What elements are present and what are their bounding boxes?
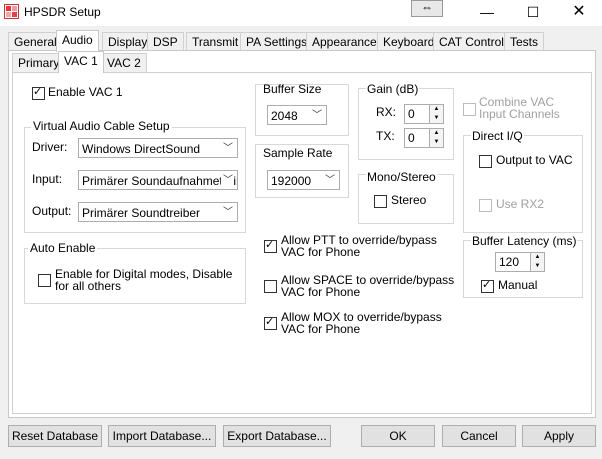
- use-rx2-label: Use RX2: [496, 197, 545, 211]
- auto-enable-checkbox[interactable]: [38, 274, 51, 287]
- combine-vac-checkbox[interactable]: [463, 103, 476, 116]
- manual-label: Manual: [498, 278, 538, 292]
- sample-rate-select[interactable]: 192000 ﹀: [267, 170, 340, 190]
- vac-setup-title: Virtual Audio Cable Setup: [31, 119, 172, 133]
- buffer-latency-input[interactable]: 120 ▲ ▼: [495, 252, 545, 272]
- allow-mox-label-2: VAC for Phone: [281, 322, 361, 336]
- export-database-button[interactable]: Export Database...: [223, 425, 331, 447]
- app-icon: [4, 4, 19, 19]
- spinner-arrows-icon[interactable]: ▲ ▼: [530, 253, 544, 271]
- input-label: Input:: [32, 172, 63, 186]
- allow-mox-checkbox[interactable]: [264, 315, 277, 330]
- close-button[interactable]: ✕: [556, 0, 602, 26]
- tab-vac1[interactable]: VAC 1: [58, 51, 104, 73]
- enable-vac1-label: Enable VAC 1: [48, 85, 123, 99]
- window-title: HPSDR Setup: [24, 5, 101, 19]
- reset-database-button[interactable]: Reset Database: [8, 425, 102, 447]
- chevron-down-icon: ﹀: [312, 110, 322, 121]
- tab-appearance[interactable]: Appearance: [306, 32, 383, 51]
- direct-iq-group: [463, 135, 583, 233]
- tab-display[interactable]: Display: [102, 32, 154, 51]
- chevron-down-icon: ﹀: [223, 143, 233, 154]
- import-database-button[interactable]: Import Database...: [108, 425, 216, 447]
- combine-vac-label-2: Input Channels: [479, 107, 560, 121]
- allow-space-label-2: VAC for Phone: [281, 285, 361, 299]
- tab-tests[interactable]: Tests: [504, 32, 545, 51]
- output-label: Output:: [32, 204, 72, 218]
- tab-cat-control[interactable]: CAT Control: [433, 32, 510, 51]
- allow-space-checkbox[interactable]: [264, 280, 277, 293]
- sample-rate-value: 192000: [271, 174, 312, 188]
- minimize-button[interactable]: —: [464, 0, 510, 26]
- gain-group: [358, 88, 454, 160]
- spinner-arrows-icon[interactable]: ▲ ▼: [429, 129, 443, 147]
- gain-rx-input[interactable]: 0 ▲ ▼: [404, 104, 444, 124]
- restore-icon[interactable]: ⇔: [411, 0, 443, 17]
- gain-rx-value: 0: [408, 107, 415, 121]
- tab-transmit[interactable]: Transmit: [186, 32, 245, 51]
- chevron-down-icon: ﹀: [223, 207, 233, 218]
- chevron-down-icon: ﹀: [325, 175, 335, 186]
- output-to-vac-checkbox[interactable]: [479, 155, 492, 168]
- maximize-button[interactable]: ☐: [510, 0, 556, 26]
- driver-select[interactable]: Windows DirectSound ﹀: [78, 138, 238, 158]
- buffer-size-value: 2048: [271, 109, 298, 123]
- manual-checkbox[interactable]: [481, 278, 494, 293]
- stereo-label: Stereo: [391, 193, 427, 207]
- buffer-latency-value: 120: [499, 255, 520, 269]
- mono-stereo-title: Mono/Stereo: [366, 170, 437, 184]
- gain-rx-label: RX:: [376, 105, 397, 119]
- gain-tx-input[interactable]: 0 ▲ ▼: [404, 128, 444, 148]
- tab-vac2[interactable]: VAC 2: [101, 53, 147, 72]
- gain-tx-value: 0: [408, 131, 415, 145]
- output-to-vac-label: Output to VAC: [496, 153, 573, 167]
- driver-label: Driver:: [32, 140, 68, 154]
- buffer-size-select[interactable]: 2048 ﹀: [267, 105, 327, 125]
- buffer-size-title: Buffer Size: [263, 82, 322, 96]
- input-value: Primärer Soundaufnahmetreiber: [82, 174, 238, 188]
- gain-tx-label: TX:: [376, 129, 395, 143]
- main-tab-strip: General Audio Display DSP Transmit PA Se…: [8, 30, 598, 52]
- sub-tab-strip: Primary VAC 1 VAC 2: [12, 51, 212, 73]
- output-select[interactable]: Primärer Soundtreiber ﹀: [78, 202, 238, 222]
- driver-value: Windows DirectSound: [82, 142, 201, 156]
- tab-dsp[interactable]: DSP: [147, 32, 184, 51]
- tab-general[interactable]: General: [8, 32, 63, 51]
- stereo-checkbox[interactable]: [374, 195, 387, 208]
- cancel-button[interactable]: Cancel: [442, 425, 516, 447]
- output-value: Primärer Soundtreiber: [82, 206, 201, 220]
- tab-pa-settings[interactable]: PA Settings: [240, 32, 314, 51]
- direct-iq-title: Direct I/Q: [471, 129, 524, 143]
- chevron-down-icon: ﹀: [221, 171, 233, 189]
- ok-button[interactable]: OK: [361, 425, 435, 447]
- allow-ptt-checkbox[interactable]: [264, 238, 277, 253]
- buffer-latency-title: Buffer Latency (ms): [471, 234, 578, 248]
- input-select[interactable]: Primärer Soundaufnahmetreiber ﹀: [78, 170, 238, 190]
- auto-enable-title: Auto Enable: [28, 241, 98, 255]
- auto-enable-label-2: for all others: [55, 279, 122, 293]
- tab-keyboard[interactable]: Keyboard: [377, 32, 441, 51]
- spinner-arrows-icon[interactable]: ▲ ▼: [429, 105, 443, 123]
- allow-ptt-label-2: VAC for Phone: [281, 245, 361, 259]
- gain-title: Gain (dB): [366, 82, 420, 96]
- use-rx2-checkbox[interactable]: [479, 199, 492, 212]
- apply-button[interactable]: Apply: [522, 425, 596, 447]
- enable-vac1-checkbox[interactable]: [32, 85, 45, 100]
- tab-audio[interactable]: Audio: [56, 30, 99, 52]
- sample-rate-title: Sample Rate: [263, 146, 333, 160]
